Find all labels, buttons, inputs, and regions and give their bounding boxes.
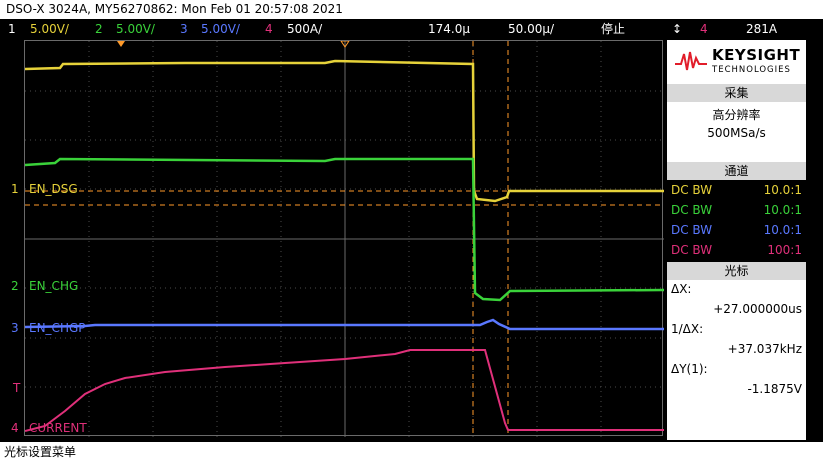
channels-header: 通道	[667, 162, 806, 180]
window-title: DSO-X 3024A, MY56270862: Mon Feb 01 20:5…	[0, 0, 823, 19]
trigger-channel[interactable]: 4	[700, 19, 708, 39]
menu-title: 光标设置菜单	[4, 445, 77, 459]
ch1-scale[interactable]: 5.00V/	[30, 19, 69, 39]
time-delay[interactable]: 174.0µ	[428, 19, 470, 39]
ch3-ground-marker[interactable]: 3	[11, 321, 19, 335]
cursors-panel[interactable]: ΔX: +27.000000us 1/ΔX: +37.037kHz ΔY(1):…	[667, 280, 806, 440]
softkey-menu-bar[interactable]: 光标设置菜单	[0, 442, 823, 464]
ch4-number[interactable]: 4	[265, 19, 273, 39]
sample-rate: 500MSa/s	[707, 126, 766, 140]
channel-status-bar: 1 5.00V/ 2 5.00V/ 3 5.00V/ 4 500A/ 174.0…	[0, 19, 823, 39]
ch1-probe: 10.0:1	[763, 183, 802, 197]
acquisition-mode: 高分辨率	[712, 108, 761, 122]
waveform-display[interactable]: 1 EN_DSG 2 EN_CHG 3 EN_CHGP 4 CURRENT T	[11, 40, 664, 437]
keysight-wave-icon	[675, 51, 707, 71]
channel-row-1[interactable]: DC BW 10.0:1	[667, 180, 806, 200]
ch4-probe: 100:1	[767, 243, 802, 257]
channel-row-2[interactable]: DC BW 10.0:1	[667, 200, 806, 220]
trigger-position-marker[interactable]	[117, 41, 125, 47]
keysight-logo: KEYSIGHT TECHNOLOGIES	[667, 40, 806, 84]
inverse-delta-x-label: 1/ΔX:	[671, 322, 704, 336]
ch3-scale[interactable]: 5.00V/	[201, 19, 240, 39]
run-state[interactable]: 停止	[601, 19, 625, 39]
ch2-scale[interactable]: 5.00V/	[116, 19, 155, 39]
brand-subtitle: TECHNOLOGIES	[712, 65, 791, 75]
channel-row-3[interactable]: DC BW 10.0:1	[667, 220, 806, 240]
delta-y-value: -1.1875V	[747, 382, 802, 396]
ch3-coupling: DC BW	[671, 223, 713, 237]
delta-y-label: ΔY(1):	[671, 362, 708, 376]
waveform-grid	[25, 41, 664, 437]
ch2-label: EN_CHG	[29, 279, 79, 293]
delta-x-label: ΔX:	[671, 282, 692, 296]
ch1-ground-marker[interactable]: 1	[11, 182, 19, 196]
trigger-edge-icon: ↕	[672, 22, 683, 36]
ch2-probe: 10.0:1	[763, 203, 802, 217]
ch3-probe: 10.0:1	[763, 223, 802, 237]
channels-panel[interactable]: DC BW 10.0:1 DC BW 10.0:1 DC BW 10.0:1 D…	[667, 180, 806, 260]
acquisition-header: 采集	[667, 84, 806, 102]
channel-row-4[interactable]: DC BW 100:1	[667, 240, 806, 260]
ch3-label: EN_CHGP	[29, 321, 86, 335]
acquisition-panel[interactable]: 高分辨率 500MSa/s	[667, 102, 806, 162]
ch1-coupling: DC BW	[671, 183, 713, 197]
trigger-level-marker[interactable]: T	[13, 381, 20, 395]
delta-x-value: +27.000000us	[713, 302, 802, 316]
ch2-ground-marker[interactable]: 2	[11, 279, 19, 293]
ch1-label: EN_DSG	[29, 182, 78, 196]
ch2-coupling: DC BW	[671, 203, 713, 217]
ch4-ground-marker[interactable]: 4	[11, 421, 19, 435]
ch4-scale[interactable]: 500A/	[287, 19, 322, 39]
side-panel: KEYSIGHT TECHNOLOGIES 采集 高分辨率 500MSa/s 通…	[667, 40, 806, 440]
cursors-header: 光标	[667, 262, 806, 280]
ch4-label: CURRENT	[29, 421, 87, 435]
ch3-number[interactable]: 3	[180, 19, 188, 39]
ch2-number[interactable]: 2	[95, 19, 103, 39]
time-scale[interactable]: 50.00µ/	[508, 19, 554, 39]
inverse-delta-x-value: +37.037kHz	[727, 342, 802, 356]
ch4-coupling: DC BW	[671, 243, 713, 257]
ch1-number[interactable]: 1	[8, 19, 16, 39]
brand-name: KEYSIGHT	[712, 46, 801, 64]
trigger-level[interactable]: 281A	[746, 19, 777, 39]
